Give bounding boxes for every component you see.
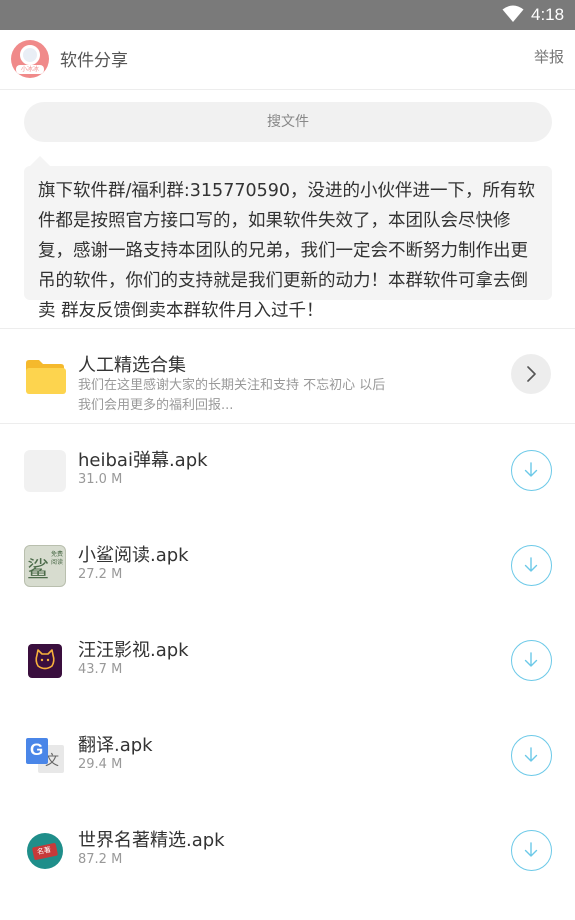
wifi-icon bbox=[502, 5, 524, 22]
download-icon bbox=[524, 557, 538, 572]
file-size: 87.2 M bbox=[78, 852, 123, 867]
file-name: 汪汪影视.apk bbox=[78, 640, 189, 661]
download-button[interactable] bbox=[511, 830, 552, 871]
app-header: 小冰冰 软件分享 举报 bbox=[0, 30, 575, 90]
download-icon bbox=[524, 747, 538, 762]
cat-app-icon bbox=[28, 644, 62, 678]
description-text: 旗下软件群/福利群:315770590，没进的小伙伴进一下，所有软件都是按照官方… bbox=[24, 166, 552, 321]
avatar[interactable]: 小冰冰 bbox=[11, 40, 49, 78]
status-time: 4:18 bbox=[531, 5, 565, 24]
reader-icon-sub: 免费阅读 bbox=[51, 551, 64, 566]
file-name: 小鲨阅读.apk bbox=[78, 545, 189, 566]
avatar-tag: 小冰冰 bbox=[16, 65, 44, 74]
file-row[interactable]: 汪汪影视.apk 43.7 M bbox=[0, 614, 575, 709]
file-name: heibai弹幕.apk bbox=[78, 450, 208, 471]
download-icon bbox=[524, 462, 538, 477]
translate-app-icon: 文 G bbox=[24, 735, 66, 777]
folder-description: 我们在这里感谢大家的长期关注和支持 不忘初心 以后我们会用更多的福利回报... bbox=[78, 378, 386, 413]
file-size: 43.7 M bbox=[78, 662, 123, 677]
report-button[interactable]: 举报 bbox=[534, 46, 564, 67]
search-logo-icon bbox=[20, 45, 40, 65]
reader-app-icon: 鲨 免费阅读 bbox=[24, 545, 66, 587]
file-row[interactable]: heibai弹幕.apk 31.0 M bbox=[0, 424, 575, 519]
download-icon bbox=[524, 842, 538, 857]
chevron-right-icon bbox=[527, 366, 536, 382]
file-row[interactable]: 名著 世界名著精选.apk 87.2 M bbox=[0, 804, 575, 899]
status-bar: 4:18 bbox=[0, 0, 575, 30]
blank-app-icon bbox=[24, 450, 66, 492]
reader-icon-glyph: 鲨 bbox=[27, 558, 50, 583]
folder-title: 人工精选合集 bbox=[78, 355, 186, 376]
file-row[interactable]: 文 G 翻译.apk 29.4 M bbox=[0, 709, 575, 804]
file-size: 27.2 M bbox=[78, 567, 123, 582]
book-app-icon: 名著 bbox=[27, 833, 63, 869]
file-list: heibai弹幕.apk 31.0 M 鲨 免费阅读 小鲨阅读.apk 27.2… bbox=[0, 424, 575, 899]
page-title: 软件分享 bbox=[60, 51, 128, 71]
download-button[interactable] bbox=[511, 735, 552, 776]
folder-item[interactable]: 人工精选合集 我们在这里感谢大家的长期关注和支持 不忘初心 以后我们会用更多的福… bbox=[0, 329, 575, 424]
translate-icon-glyph: G bbox=[30, 740, 44, 759]
file-size: 29.4 M bbox=[78, 757, 123, 772]
folder-icon bbox=[26, 360, 66, 394]
download-button[interactable] bbox=[511, 545, 552, 586]
folder-open-button[interactable] bbox=[511, 354, 551, 394]
file-size: 31.0 M bbox=[78, 472, 123, 487]
download-button[interactable] bbox=[511, 640, 552, 681]
search-files-button[interactable]: 搜文件 bbox=[24, 102, 552, 142]
download-button[interactable] bbox=[511, 450, 552, 491]
download-icon bbox=[524, 652, 538, 667]
file-name: 世界名著精选.apk bbox=[78, 830, 225, 851]
file-name: 翻译.apk bbox=[78, 735, 153, 756]
bubble-tail bbox=[30, 156, 50, 166]
cat-icon bbox=[35, 649, 55, 670]
file-row[interactable]: 鲨 免费阅读 小鲨阅读.apk 27.2 M bbox=[0, 519, 575, 614]
